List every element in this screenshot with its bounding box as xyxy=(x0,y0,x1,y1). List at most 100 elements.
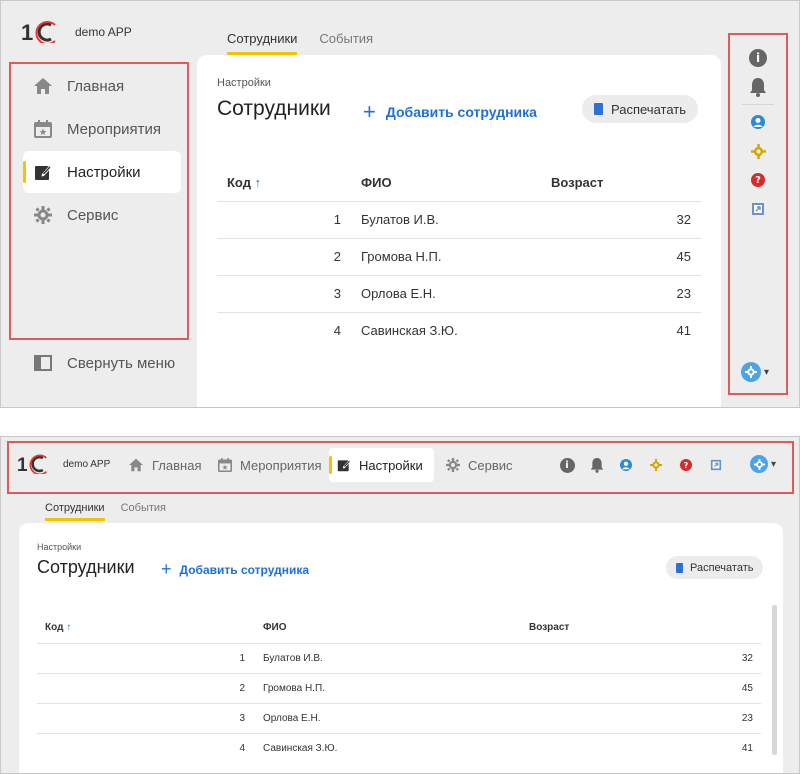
cell-code: 4 xyxy=(217,311,349,349)
table-row[interactable]: 3 Орлова Е.Н. 23 xyxy=(217,274,701,312)
breadcrumb[interactable]: Настройки xyxy=(37,542,81,552)
table-row[interactable]: 4 Савинская З.Ю. 41 xyxy=(217,311,701,349)
cell-age: 45 xyxy=(517,672,761,703)
nav-item-label: Сервис xyxy=(468,457,513,473)
add-employee-label: Добавить сотрудника xyxy=(385,104,537,120)
cell-name: Громова Н.П. xyxy=(349,237,539,275)
avatar xyxy=(750,455,768,473)
cell-name: Громова Н.П. xyxy=(251,672,517,703)
settings-icon[interactable] xyxy=(750,143,766,159)
column-header-age[interactable]: Возраст xyxy=(539,165,701,201)
column-header-name[interactable]: ФИО xyxy=(349,165,539,201)
1c-logo-icon: 1 xyxy=(21,21,56,43)
collapse-menu-button[interactable]: Свернуть меню xyxy=(33,353,175,373)
app-name: demo APP xyxy=(75,25,132,39)
sidebar-item-label: Настройки xyxy=(67,163,141,181)
sidebar-item-settings[interactable]: Настройки xyxy=(23,151,181,193)
sort-asc-icon: ↑ xyxy=(66,622,72,634)
external-link-icon[interactable] xyxy=(750,201,766,217)
nav-item-label: Настройки xyxy=(359,457,423,473)
sidebar-item-events[interactable]: Мероприятия xyxy=(23,108,181,150)
table-row[interactable]: 2 Громова Н.П. 45 xyxy=(37,672,761,703)
info-icon[interactable]: i xyxy=(559,457,575,473)
tab-employees[interactable]: Сотрудники xyxy=(227,31,298,55)
cell-code: 3 xyxy=(37,702,251,733)
settings-icon[interactable] xyxy=(649,458,663,472)
print-icon xyxy=(594,103,603,115)
nav-item-home[interactable]: Главная xyxy=(120,448,209,482)
table-row[interactable]: 2 Громова Н.П. 45 xyxy=(217,237,701,275)
print-label: Распечатать xyxy=(611,101,687,117)
cell-code: 2 xyxy=(37,672,251,703)
print-button[interactable]: Распечатать xyxy=(582,95,699,123)
gear-icon xyxy=(33,205,53,225)
sidebar-item-label: Сервис xyxy=(67,206,119,224)
column-header-code[interactable]: Код ↑ xyxy=(217,165,349,201)
table-header-row: Код ↑ ФИО Возраст xyxy=(37,613,761,643)
help-icon[interactable]: ? xyxy=(679,458,693,472)
cell-name: Орлова Е.Н. xyxy=(349,274,539,312)
table-row[interactable]: 1 Булатов И.В. 32 xyxy=(37,642,761,673)
column-header-age[interactable]: Возраст xyxy=(517,613,761,643)
user-icon[interactable] xyxy=(619,458,633,472)
info-icon[interactable]: i xyxy=(748,48,768,68)
collapse-menu-label: Свернуть меню xyxy=(67,354,176,372)
column-header-code[interactable]: Код ↑ xyxy=(37,613,251,643)
cell-name: Булатов И.В. xyxy=(349,200,539,238)
column-header-name[interactable]: ФИО xyxy=(251,613,517,643)
nav-item-events[interactable]: Мероприятия xyxy=(210,448,330,482)
bell-icon[interactable] xyxy=(748,77,768,97)
nav-item-label: Главная xyxy=(152,457,202,473)
employees-table: Код ↑ ФИО Возраст 1 Булатов И.В. 32 2 Гр… xyxy=(217,165,701,349)
page-title: Сотрудники xyxy=(37,557,135,577)
plus-icon: + xyxy=(161,559,172,579)
print-button[interactable]: Распечатать xyxy=(666,556,764,579)
section-tabs: Сотрудники События xyxy=(45,502,188,521)
section-tabs: Сотрудники События xyxy=(227,31,395,55)
table-header-row: Код ↑ ФИО Возраст xyxy=(217,165,701,201)
cell-age: 32 xyxy=(517,642,761,673)
gear-icon xyxy=(753,458,765,470)
add-employee-button[interactable]: + Добавить сотрудника xyxy=(161,559,309,580)
nav-item-service[interactable]: Сервис xyxy=(438,448,521,482)
table-row[interactable]: 1 Булатов И.В. 32 xyxy=(217,200,701,238)
nav-item-settings[interactable]: Настройки xyxy=(329,448,434,482)
page-title: Сотрудники xyxy=(217,97,331,120)
cell-code: 1 xyxy=(217,200,349,238)
breadcrumb[interactable]: Настройки xyxy=(217,77,271,89)
cell-age: 32 xyxy=(539,200,701,238)
gear-icon xyxy=(745,366,757,378)
edit-icon xyxy=(33,162,53,182)
employees-table: Код ↑ ФИО Возраст 1 Булатов И.В. 32 2 Гр… xyxy=(37,613,761,763)
sidebar-item-label: Главная xyxy=(67,77,125,95)
sidebar-item-home[interactable]: Главная xyxy=(23,65,181,107)
tab-events[interactable]: События xyxy=(319,31,373,55)
user-icon[interactable] xyxy=(750,114,766,130)
cell-name: Савинская З.Ю. xyxy=(349,311,539,349)
table-row[interactable]: 3 Орлова Е.Н. 23 xyxy=(37,702,761,733)
help-icon[interactable]: ? xyxy=(750,172,766,188)
bell-icon[interactable] xyxy=(589,457,605,473)
cell-code: 3 xyxy=(217,274,349,312)
edit-icon xyxy=(337,458,351,472)
calendar-star-icon xyxy=(33,119,53,139)
sidebar-item-label: Мероприятия xyxy=(67,120,162,138)
plus-icon: + xyxy=(363,99,376,124)
sidebar-item-service[interactable]: Сервис xyxy=(23,194,181,236)
external-link-icon[interactable] xyxy=(709,458,723,472)
print-label: Распечатать xyxy=(690,561,754,574)
tab-employees[interactable]: Сотрудники xyxy=(45,502,105,521)
content-panel: Настройки Сотрудники + Добавить сотрудни… xyxy=(197,55,721,407)
add-employee-button[interactable]: + Добавить сотрудника xyxy=(363,99,537,125)
user-menu[interactable]: ▾ xyxy=(741,362,769,382)
cell-name: Савинская З.Ю. xyxy=(251,732,517,763)
user-menu[interactable]: ▾ xyxy=(750,455,776,473)
vertical-scrollbar[interactable] xyxy=(772,605,777,755)
chevron-down-icon: ▾ xyxy=(764,366,770,378)
toolbar-divider xyxy=(742,104,774,105)
cell-code: 2 xyxy=(217,237,349,275)
tab-events[interactable]: События xyxy=(121,502,166,521)
table-row[interactable]: 4 Савинская З.Ю. 41 xyxy=(37,732,761,763)
cell-age: 41 xyxy=(517,732,761,763)
cell-name: Булатов И.В. xyxy=(251,642,517,673)
